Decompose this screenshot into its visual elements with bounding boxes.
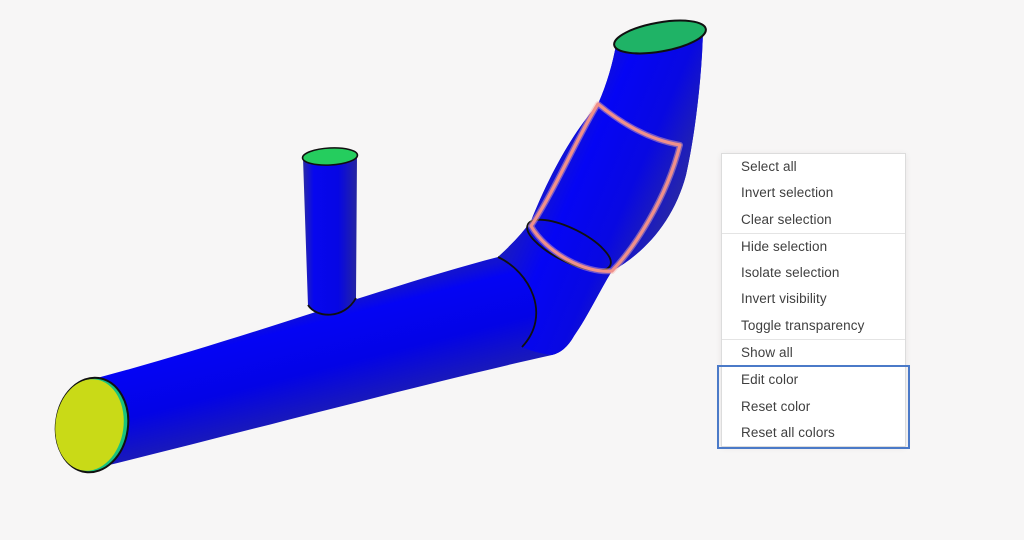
menu-item-isolate-selection[interactable]: Isolate selection xyxy=(722,260,905,286)
menu-item-select-all[interactable]: Select all xyxy=(722,154,905,180)
menu-item-invert-selection[interactable]: Invert selection xyxy=(722,180,905,206)
menu-item-reset-all-colors[interactable]: Reset all colors xyxy=(722,420,905,446)
menu-group-color-actions: Edit color Reset color Reset all colors xyxy=(722,366,905,446)
menu-item-clear-selection[interactable]: Clear selection xyxy=(722,207,905,233)
menu-group-visibility: Hide selection Isolate selection Invert … xyxy=(722,233,905,339)
menu-item-reset-color[interactable]: Reset color xyxy=(722,394,905,420)
menu-item-invert-visibility[interactable]: Invert visibility xyxy=(722,286,905,312)
menu-item-edit-color[interactable]: Edit color xyxy=(722,367,905,393)
menu-group-selection: Select all Invert selection Clear select… xyxy=(722,154,905,233)
menu-item-hide-selection[interactable]: Hide selection xyxy=(722,234,905,260)
menu-group-show: Show all xyxy=(722,339,905,366)
menu-item-show-all[interactable]: Show all xyxy=(722,340,905,366)
context-menu: Select all Invert selection Clear select… xyxy=(721,153,906,447)
menu-item-toggle-transparency[interactable]: Toggle transparency xyxy=(722,313,905,339)
pipe-branch-body[interactable] xyxy=(303,155,357,315)
